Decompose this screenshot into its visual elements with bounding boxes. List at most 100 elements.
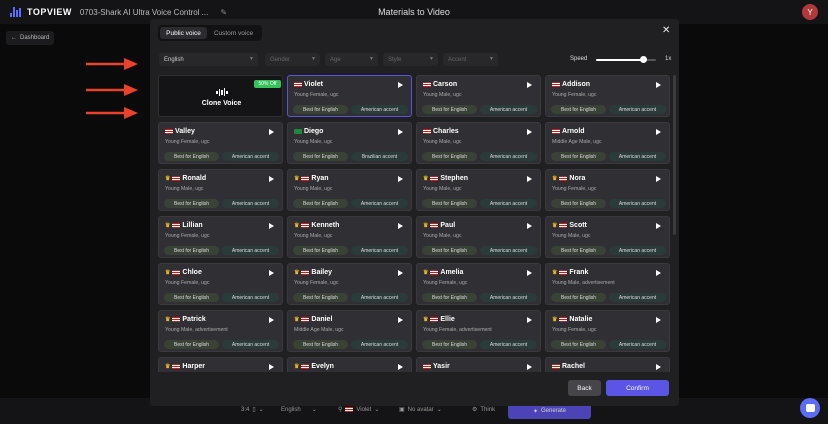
gender-filter[interactable]: Gender ▼ — [265, 53, 320, 66]
voice-card-natalie[interactable]: ♛ Natalie Young Female, ugc Best for Englis… — [545, 310, 670, 352]
close-icon[interactable]: ✕ — [662, 25, 670, 36]
voice-card-header: ♛ Patrick — [165, 316, 206, 323]
play-icon[interactable] — [398, 176, 403, 182]
voice-card-header: Yasir — [423, 363, 450, 370]
language-tag: Best for English — [293, 105, 348, 114]
voice-card-amelia[interactable]: ♛ Amelia Young Female, ugc Best for English… — [416, 263, 541, 305]
voice-card-violet[interactable]: Violet Young Female, ugc Best for English A… — [287, 75, 412, 117]
voice-card-diego[interactable]: Diego Young Male, ugc Best for English Braz… — [287, 122, 412, 164]
voice-card-ellie[interactable]: ♛ Ellie Young Female, advertisement Best fo… — [416, 310, 541, 352]
voice-card-carson[interactable]: Carson Young Male, ugc Best for English Ame… — [416, 75, 541, 117]
scrollbar[interactable] — [673, 75, 676, 235]
play-icon[interactable] — [527, 176, 532, 182]
play-icon[interactable] — [656, 364, 661, 370]
voice-card-frank[interactable]: ♛ Frank Young Male, advertisement Best for … — [545, 263, 670, 305]
voice-card-valley[interactable]: Valley Young Female, ugc Best for English A… — [158, 122, 283, 164]
play-icon[interactable] — [398, 223, 403, 229]
play-icon[interactable] — [398, 364, 403, 370]
play-icon[interactable] — [656, 82, 661, 88]
us-flag-icon — [301, 317, 310, 322]
back-button[interactable]: Back — [568, 380, 601, 396]
voice-card-lillian[interactable]: ♛ Lillian Young Female, ugc Best for Englis… — [158, 216, 283, 258]
voice-name: Paul — [440, 222, 456, 229]
accent-tag: American accent — [222, 246, 279, 255]
age-filter[interactable]: Age ▼ — [325, 53, 378, 66]
voice-card-daniel[interactable]: ♛ Daniel Middle Age Male, ugc Best for Engl… — [287, 310, 412, 352]
age-filter-label: Age — [330, 56, 341, 63]
us-flag-icon — [552, 129, 560, 134]
language-filter[interactable]: English ▼ — [159, 53, 258, 66]
voice-card-ryan[interactable]: ♛ Ryan Young Male, ugc Best for English Amer… — [287, 169, 412, 211]
language-select[interactable]: English ⌄ — [281, 406, 317, 414]
voice-card-chloe[interactable]: ♛ Chloe Young Female, ugc Best for English A… — [158, 263, 283, 305]
aspect-ratio-select[interactable]: 3:4 ▯ ⌄ — [241, 406, 264, 414]
voice-card-rachel[interactable]: Rachel — [545, 357, 670, 372]
accent-filter[interactable]: Accent ▼ — [443, 53, 498, 66]
play-icon[interactable] — [656, 270, 661, 276]
voice-card-header: ♛ Nora — [552, 175, 585, 182]
crown-icon: ♛ — [165, 223, 171, 229]
think-toggle[interactable]: ⚙ Think — [472, 406, 495, 414]
dashboard-button[interactable]: ← Dashboard — [6, 31, 55, 45]
voice-card-addison[interactable]: Addison Young Female, ugc Best for English… — [545, 75, 670, 117]
voice-card-arnold[interactable]: Arnold Middle Age Male, ugc Best for Engli… — [545, 122, 670, 164]
play-icon[interactable] — [269, 270, 274, 276]
voice-card-yasir[interactable]: Yasir — [416, 357, 541, 372]
avatar[interactable]: Y — [802, 4, 818, 20]
voice-card-patrick[interactable]: ♛ Patrick Young Male, advertisement Best fo… — [158, 310, 283, 352]
voice-card-scott[interactable]: ♛ Scott Young Male, ugc Best for English Ame… — [545, 216, 670, 258]
chat-support-button[interactable] — [800, 398, 820, 418]
clone-voice-card[interactable]: 50% Off Clone Voice — [158, 75, 283, 117]
tab-public-voice[interactable]: Public voice — [160, 27, 207, 39]
tab-custom-voice[interactable]: Custom voice — [207, 27, 260, 39]
voice-name: Violet — [304, 81, 323, 88]
crown-icon: ♛ — [165, 364, 171, 370]
play-icon[interactable] — [527, 317, 532, 323]
play-icon[interactable] — [527, 364, 532, 370]
play-icon[interactable] — [398, 129, 403, 135]
speed-slider-handle[interactable] — [639, 56, 647, 63]
voice-description: Young Female, ugc — [423, 280, 468, 286]
play-icon[interactable] — [656, 317, 661, 323]
voice-description: Young Female, ugc — [294, 280, 339, 286]
avatar-select[interactable]: ▣ No avatar ⌄ — [399, 406, 442, 414]
voice-card-bailey[interactable]: ♛ Bailey Young Female, ugc Best for English… — [287, 263, 412, 305]
play-icon[interactable] — [269, 223, 274, 229]
voice-description: Young Male, ugc — [165, 186, 204, 192]
voice-select[interactable]: ⚲ Violet ⌄ — [338, 406, 379, 414]
play-icon[interactable] — [656, 129, 661, 135]
accent-tag: American accent — [609, 340, 666, 349]
confirm-button[interactable]: Confirm — [606, 380, 669, 396]
chat-icon — [805, 404, 815, 412]
voice-card-stephen[interactable]: ♛ Stephen Young Male, ugc Best for English A… — [416, 169, 541, 211]
voice-card-nora[interactable]: ♛ Nora Young Female, ugc Best for English Am… — [545, 169, 670, 211]
play-icon[interactable] — [398, 82, 403, 88]
play-icon[interactable] — [269, 317, 274, 323]
play-icon[interactable] — [398, 270, 403, 276]
play-icon[interactable] — [269, 176, 274, 182]
play-icon[interactable] — [269, 129, 274, 135]
play-icon[interactable] — [269, 364, 274, 370]
style-filter[interactable]: Style ▼ — [383, 53, 438, 66]
play-icon[interactable] — [527, 129, 532, 135]
voice-card-harper[interactable]: ♛ Harper — [158, 357, 283, 372]
language-tag: Best for English — [164, 293, 219, 302]
play-icon[interactable] — [527, 82, 532, 88]
voice-card-kenneth[interactable]: ♛ Kenneth Young Male, ugc Best for English A… — [287, 216, 412, 258]
play-icon[interactable] — [527, 270, 532, 276]
voice-card-ronald[interactable]: ♛ Ronald Young Male, ugc Best for English Am… — [158, 169, 283, 211]
voice-card-header: ♛ Daniel — [294, 316, 332, 323]
voice-card-charles[interactable]: Charles Young Male, ugc Best for English Am… — [416, 122, 541, 164]
chevron-down-icon: ▼ — [311, 56, 316, 62]
language-tag: Best for English — [293, 152, 348, 161]
voice-card-evelyn[interactable]: ♛ Evelyn — [287, 357, 412, 372]
voice-card-paul[interactable]: ♛ Paul Young Male, ugc Best for English Amer… — [416, 216, 541, 258]
play-icon[interactable] — [656, 176, 661, 182]
play-icon[interactable] — [656, 223, 661, 229]
play-icon[interactable] — [398, 317, 403, 323]
language-tag: Best for English — [551, 152, 606, 161]
language-tag: Best for English — [551, 293, 606, 302]
crown-icon: ♛ — [552, 176, 558, 182]
speed-slider[interactable] — [596, 56, 656, 63]
play-icon[interactable] — [527, 223, 532, 229]
